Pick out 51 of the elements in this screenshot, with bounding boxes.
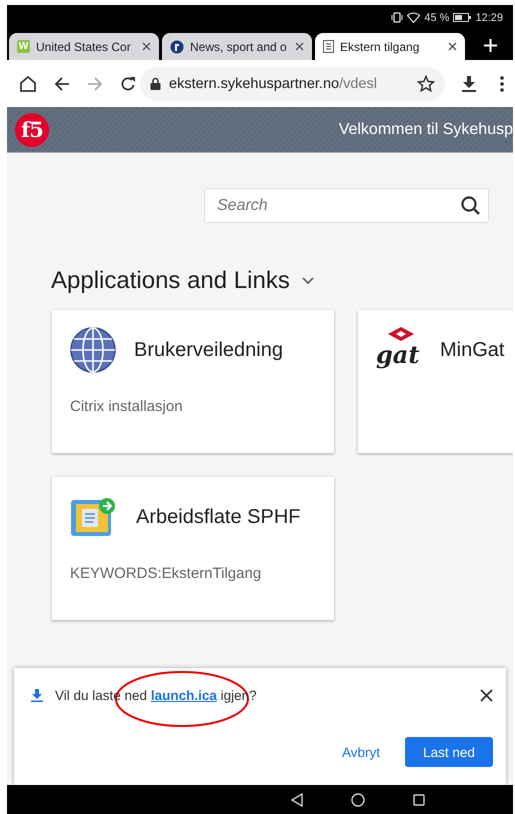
lock-icon: [150, 77, 161, 90]
f5-logo: f5: [15, 112, 49, 146]
vibrate-icon: [391, 12, 404, 23]
app-card[interactable]: Arbeidsflate SPHF KEYWORDS:EksternTilgang: [52, 477, 334, 620]
tab-title: Ekstern tilgang: [340, 40, 420, 54]
clock-time: 12:29: [475, 12, 503, 24]
download-icon: [31, 688, 43, 702]
app-name: Brukerveiledning: [134, 338, 283, 362]
browser-tab[interactable]: Ekstern tilgang: [315, 33, 465, 60]
star-icon[interactable]: [417, 74, 435, 92]
globe-icon: [70, 327, 116, 373]
close-icon[interactable]: [480, 688, 493, 702]
cancel-button[interactable]: Avbryt: [342, 740, 380, 764]
app-description: Citrix installasjon: [70, 398, 184, 415]
browser-tab[interactable]: W United States Cor: [9, 33, 159, 60]
page-icon: [323, 40, 334, 53]
app-card[interactable]: Brukerveiledning Citrix installasjon: [52, 310, 334, 453]
wifi-icon: [407, 12, 420, 23]
welcome-text: Velkommen til Sykehusp: [338, 120, 513, 138]
recents-square-icon[interactable]: [413, 794, 425, 806]
close-icon[interactable]: [142, 42, 151, 51]
back-arrow-icon[interactable]: [54, 76, 70, 92]
favicon-icon: [170, 40, 184, 54]
app-card[interactable]: gat MinGat: [358, 310, 513, 453]
search-icon[interactable]: [461, 196, 480, 215]
gat-logo: gat: [376, 326, 422, 374]
app-name: Arbeidsflate SPHF: [136, 506, 301, 528]
home-icon[interactable]: [19, 74, 37, 92]
favicon-icon: W: [17, 40, 30, 53]
file-link[interactable]: launch.ica: [150, 688, 217, 702]
menu-icon[interactable]: [500, 76, 504, 92]
browser-tab[interactable]: News, sport and o: [162, 33, 312, 60]
tab-title: United States Cor: [36, 40, 132, 54]
chevron-down-icon[interactable]: [302, 277, 314, 285]
home-circle-icon[interactable]: [351, 792, 365, 806]
close-icon[interactable]: [448, 42, 457, 51]
app-description: KEYWORDS:EksternTilgang: [70, 565, 262, 582]
search-field[interactable]: Search: [204, 188, 489, 223]
tab-title: News, sport and o: [190, 40, 288, 54]
battery-icon: [453, 13, 472, 22]
reload-icon[interactable]: [120, 76, 136, 92]
download-button[interactable]: Last ned: [405, 737, 493, 767]
url-text: ekstern.sykehuspartner.no/vdesl: [169, 76, 378, 92]
app-name: MinGat: [440, 338, 504, 362]
address-field[interactable]: ekstern.sykehuspartner.no/vdesl: [140, 66, 445, 100]
battery-percent: 45 %: [424, 12, 450, 24]
close-icon[interactable]: [295, 42, 304, 51]
download-icon[interactable]: [462, 76, 476, 92]
new-tab-icon[interactable]: [484, 38, 497, 52]
back-triangle-icon[interactable]: [291, 792, 303, 806]
section-title: Applications and Links: [51, 267, 290, 295]
